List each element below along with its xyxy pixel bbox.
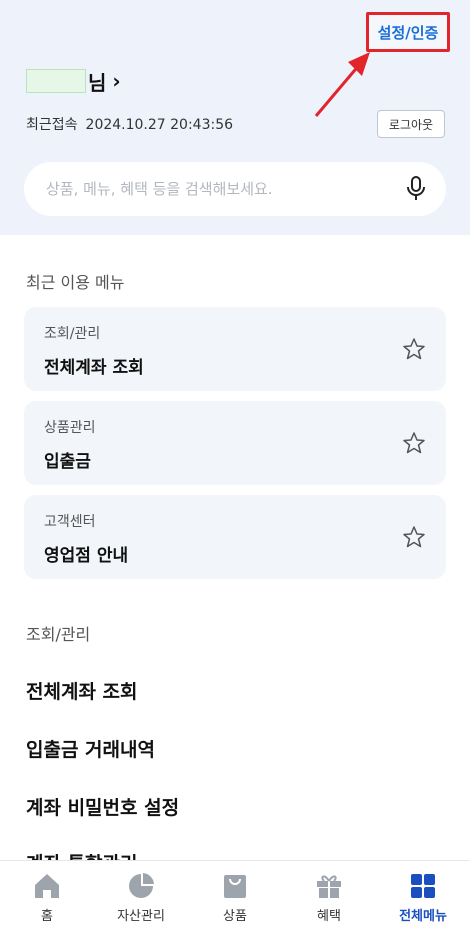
menu-item-transactions[interactable]: 입출금 거래내역 <box>26 735 155 762</box>
menu-content[interactable]: 최근 이용 메뉴 조회/관리 전체계좌 조회 상품관리 입출금 고객센터 영업점… <box>0 235 470 860</box>
tab-products[interactable]: 상품 <box>188 871 282 924</box>
search-bar[interactable] <box>24 162 446 216</box>
user-suffix: 님 <box>88 70 107 95</box>
header: 설정/인증 님 › 최근접속 2024.10.27 20:43:56 로그아웃 <box>0 0 470 235</box>
last-login-label: 최근접속 <box>26 117 78 133</box>
recent-menu-title: 최근 이용 메뉴 <box>26 273 125 292</box>
recent-menu-card[interactable]: 고객센터 영업점 안내 <box>24 495 446 579</box>
tab-label: 상품 <box>223 909 247 924</box>
chevron-right-icon: › <box>112 69 121 93</box>
menu-item-account-password[interactable]: 계좌 비밀번호 설정 <box>26 793 179 820</box>
masked-user-name <box>26 69 86 93</box>
microphone-icon[interactable] <box>404 175 428 203</box>
bottom-tab-bar: 홈 자산관리 상품 혜택 전체메뉴 <box>0 860 470 940</box>
star-icon[interactable] <box>402 431 426 455</box>
recent-menu-title: 전체계좌 조회 <box>44 358 144 378</box>
shopping-bag-icon <box>224 875 246 898</box>
tab-label: 전체메뉴 <box>399 909 447 924</box>
pie-chart-icon <box>129 873 154 898</box>
logout-button[interactable]: 로그아웃 <box>377 110 445 138</box>
tab-label: 자산관리 <box>117 909 165 924</box>
tab-asset-management[interactable]: 자산관리 <box>94 871 188 924</box>
grid-menu-icon <box>411 874 435 898</box>
recent-menu-category: 조회/관리 <box>44 326 101 342</box>
search-input[interactable] <box>46 180 404 198</box>
recent-menu-title: 영업점 안내 <box>44 546 129 566</box>
tab-benefits[interactable]: 혜택 <box>282 871 376 924</box>
gift-icon <box>317 875 341 898</box>
tab-home[interactable]: 홈 <box>0 871 94 924</box>
inquiry-section-title: 조회/관리 <box>26 625 91 644</box>
home-icon <box>35 874 59 898</box>
last-login-info: 최근접속 2024.10.27 20:43:56 <box>26 114 233 134</box>
tab-label: 홈 <box>41 909 53 924</box>
menu-item-account-integration[interactable]: 계좌 통합관리 <box>26 849 138 860</box>
recent-menu-title: 입출금 <box>44 452 91 472</box>
star-icon[interactable] <box>402 525 426 549</box>
user-name-link[interactable]: 님 › <box>26 66 121 96</box>
menu-item-all-accounts[interactable]: 전체계좌 조회 <box>26 677 138 704</box>
last-login-time: 2024.10.27 20:43:56 <box>85 117 234 133</box>
star-icon[interactable] <box>402 337 426 361</box>
recent-menu-card[interactable]: 상품관리 입출금 <box>24 401 446 485</box>
tab-label: 혜택 <box>317 909 341 924</box>
recent-menu-category: 상품관리 <box>44 420 96 436</box>
recent-menu-category: 고객센터 <box>44 514 96 530</box>
recent-menu-card[interactable]: 조회/관리 전체계좌 조회 <box>24 307 446 391</box>
annotation-arrow-icon <box>314 52 370 117</box>
tab-all-menu[interactable]: 전체메뉴 <box>376 871 470 924</box>
